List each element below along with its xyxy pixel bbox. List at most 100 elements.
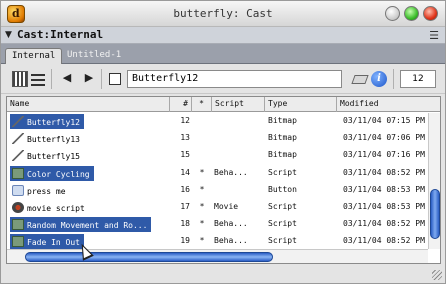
movie-script-icon (12, 201, 24, 213)
table-row[interactable]: Fade In Out 19 * Beha... Script 03/11/04 08:5… (7, 233, 427, 250)
column-header-modified[interactable]: Modified (337, 97, 440, 112)
member-star: * (199, 184, 205, 194)
member-modified: 03/11/04 07:06 PM (343, 133, 425, 143)
close-button[interactable] (423, 6, 438, 21)
member-name: Color Cycling (27, 169, 90, 179)
member-name-cell[interactable]: Butterfly12 (10, 114, 84, 129)
member-type: Button (268, 184, 297, 194)
horizontal-scroll-thumb[interactable] (25, 252, 273, 262)
member-script-type: Movie (214, 201, 239, 211)
column-header-name[interactable]: Name (7, 97, 170, 112)
cast-member-script-icon[interactable] (351, 71, 369, 87)
member-name-cell[interactable]: Butterfly15 (10, 148, 84, 163)
member-properties-info-icon[interactable]: i (371, 71, 387, 87)
maximize-button[interactable] (404, 6, 419, 21)
toolbar-divider (393, 69, 394, 89)
toolbar-divider (51, 69, 52, 89)
member-name-cell[interactable]: Color Cycling (10, 165, 94, 181)
member-type: Bitmap (268, 150, 297, 160)
cast-tabs: Internal Untitled-1 (1, 44, 445, 64)
table-row[interactable]: Butterfly15 15 Bitmap 03/11/04 07:16 PM (7, 147, 427, 164)
member-name: Butterfly13 (27, 135, 80, 145)
table-row[interactable]: Color Cycling 14 * Beha... Script 03/11/04 08… (7, 165, 427, 182)
tab-untitled-1[interactable]: Untitled-1 (61, 48, 127, 64)
member-number: 15 (180, 150, 190, 160)
member-number: 14 (180, 167, 190, 177)
member-name-cell[interactable]: press me (10, 183, 70, 198)
table-row[interactable]: movie script 17 * Movie Script 03/11/04 08:53… (7, 199, 427, 216)
list-view-icon[interactable] (30, 71, 46, 87)
member-name-cell[interactable]: movie script (10, 200, 89, 215)
table-row[interactable]: Butterfly12 12 Bitmap 03/11/04 07:15 PM (7, 113, 427, 130)
bitmap-icon (12, 150, 24, 162)
member-script-type: Beha... (214, 219, 248, 229)
member-star: * (199, 236, 205, 246)
column-header-number[interactable]: # (170, 97, 192, 112)
member-type: Bitmap (268, 116, 297, 125)
previous-member-button[interactable]: ◀ (59, 71, 75, 87)
drag-member-icon[interactable] (109, 73, 121, 85)
cast-panel-header[interactable]: ▼ Cast:Internal ☰ (1, 27, 445, 44)
cast-rows: Butterfly12 12 Bitmap 03/11/04 07:15 PM Butt… (7, 113, 427, 251)
resize-grip-icon[interactable] (432, 270, 442, 280)
member-star: * (199, 201, 205, 211)
vertical-scroll-thumb[interactable] (430, 189, 440, 239)
column-header-script[interactable]: Script (212, 97, 265, 112)
member-type: Script (268, 236, 297, 246)
cast-panel-label: Cast:Internal (17, 28, 104, 41)
member-modified: 03/11/04 08:53 PM (343, 184, 425, 194)
member-number: 17 (180, 201, 190, 211)
member-name-cell[interactable]: Fade In Out (10, 234, 84, 250)
member-name: movie script (27, 203, 85, 213)
table-row[interactable]: Random Movement and Ro... 18 * Beha... Scrip… (7, 216, 427, 233)
member-type: Script (268, 201, 297, 211)
member-name: Fade In Out (27, 238, 80, 248)
next-member-button[interactable]: ▶ (81, 71, 97, 87)
horizontal-scrollbar[interactable] (7, 249, 428, 263)
member-script-type: Beha... (214, 167, 248, 177)
member-number: 12 (180, 116, 190, 125)
member-type: Script (268, 219, 297, 229)
cast-member-list[interactable]: Name # * Script Type Modified Butterfly1… (6, 96, 441, 264)
table-row[interactable]: press me 16 * Button 03/11/04 08:53 PM (7, 182, 427, 199)
behavior-icon (12, 236, 24, 248)
member-type: Bitmap (268, 133, 297, 143)
button-icon (12, 184, 24, 196)
member-number: 18 (180, 219, 190, 229)
vertical-scrollbar[interactable] (428, 113, 440, 249)
member-star: * (199, 219, 205, 229)
tab-internal[interactable]: Internal (5, 48, 63, 64)
member-modified: 03/11/04 08:52 PM (343, 219, 425, 229)
minimize-button[interactable] (385, 6, 400, 21)
panel-options-menu-icon[interactable]: ☰ (429, 29, 439, 42)
member-number-field[interactable]: 12 (400, 70, 436, 88)
member-modified: 03/11/04 08:52 PM (343, 167, 425, 177)
table-row[interactable]: Butterfly13 13 Bitmap 03/11/04 07:06 PM (7, 130, 427, 147)
member-name-cell[interactable]: Butterfly13 (10, 131, 84, 146)
member-modified: 03/11/04 08:52 PM (343, 236, 425, 246)
member-name: Butterfly12 (27, 118, 80, 127)
window-title: butterfly: Cast (173, 7, 273, 20)
member-name: press me (27, 186, 66, 196)
behavior-icon (12, 219, 24, 231)
member-number: 19 (180, 236, 190, 246)
toolbar-divider (101, 69, 102, 89)
member-name: Butterfly15 (27, 152, 80, 162)
member-name: Random Movement and Ro... (27, 221, 148, 231)
member-type: Script (268, 167, 297, 177)
bitmap-icon (12, 133, 24, 145)
column-header-type[interactable]: Type (265, 97, 337, 112)
member-modified: 03/11/04 08:53 PM (343, 201, 425, 211)
cast-window: d butterfly: Cast ▼ Cast:Internal ☰ Inte… (0, 0, 446, 284)
bitmap-icon (12, 116, 24, 127)
member-name-field[interactable]: Butterfly12 (127, 70, 342, 88)
thumbnail-view-icon[interactable] (12, 71, 28, 87)
title-bar[interactable]: d butterfly: Cast (1, 1, 445, 27)
member-name-cell[interactable]: Random Movement and Ro... (10, 217, 152, 233)
member-star: * (199, 167, 205, 177)
member-modified: 03/11/04 07:15 PM (343, 116, 425, 125)
column-header-star[interactable]: * (192, 97, 212, 112)
member-number: 13 (180, 133, 190, 143)
column-header-row: Name # * Script Type Modified (7, 97, 440, 112)
collapse-triangle-icon[interactable]: ▼ (5, 30, 12, 40)
